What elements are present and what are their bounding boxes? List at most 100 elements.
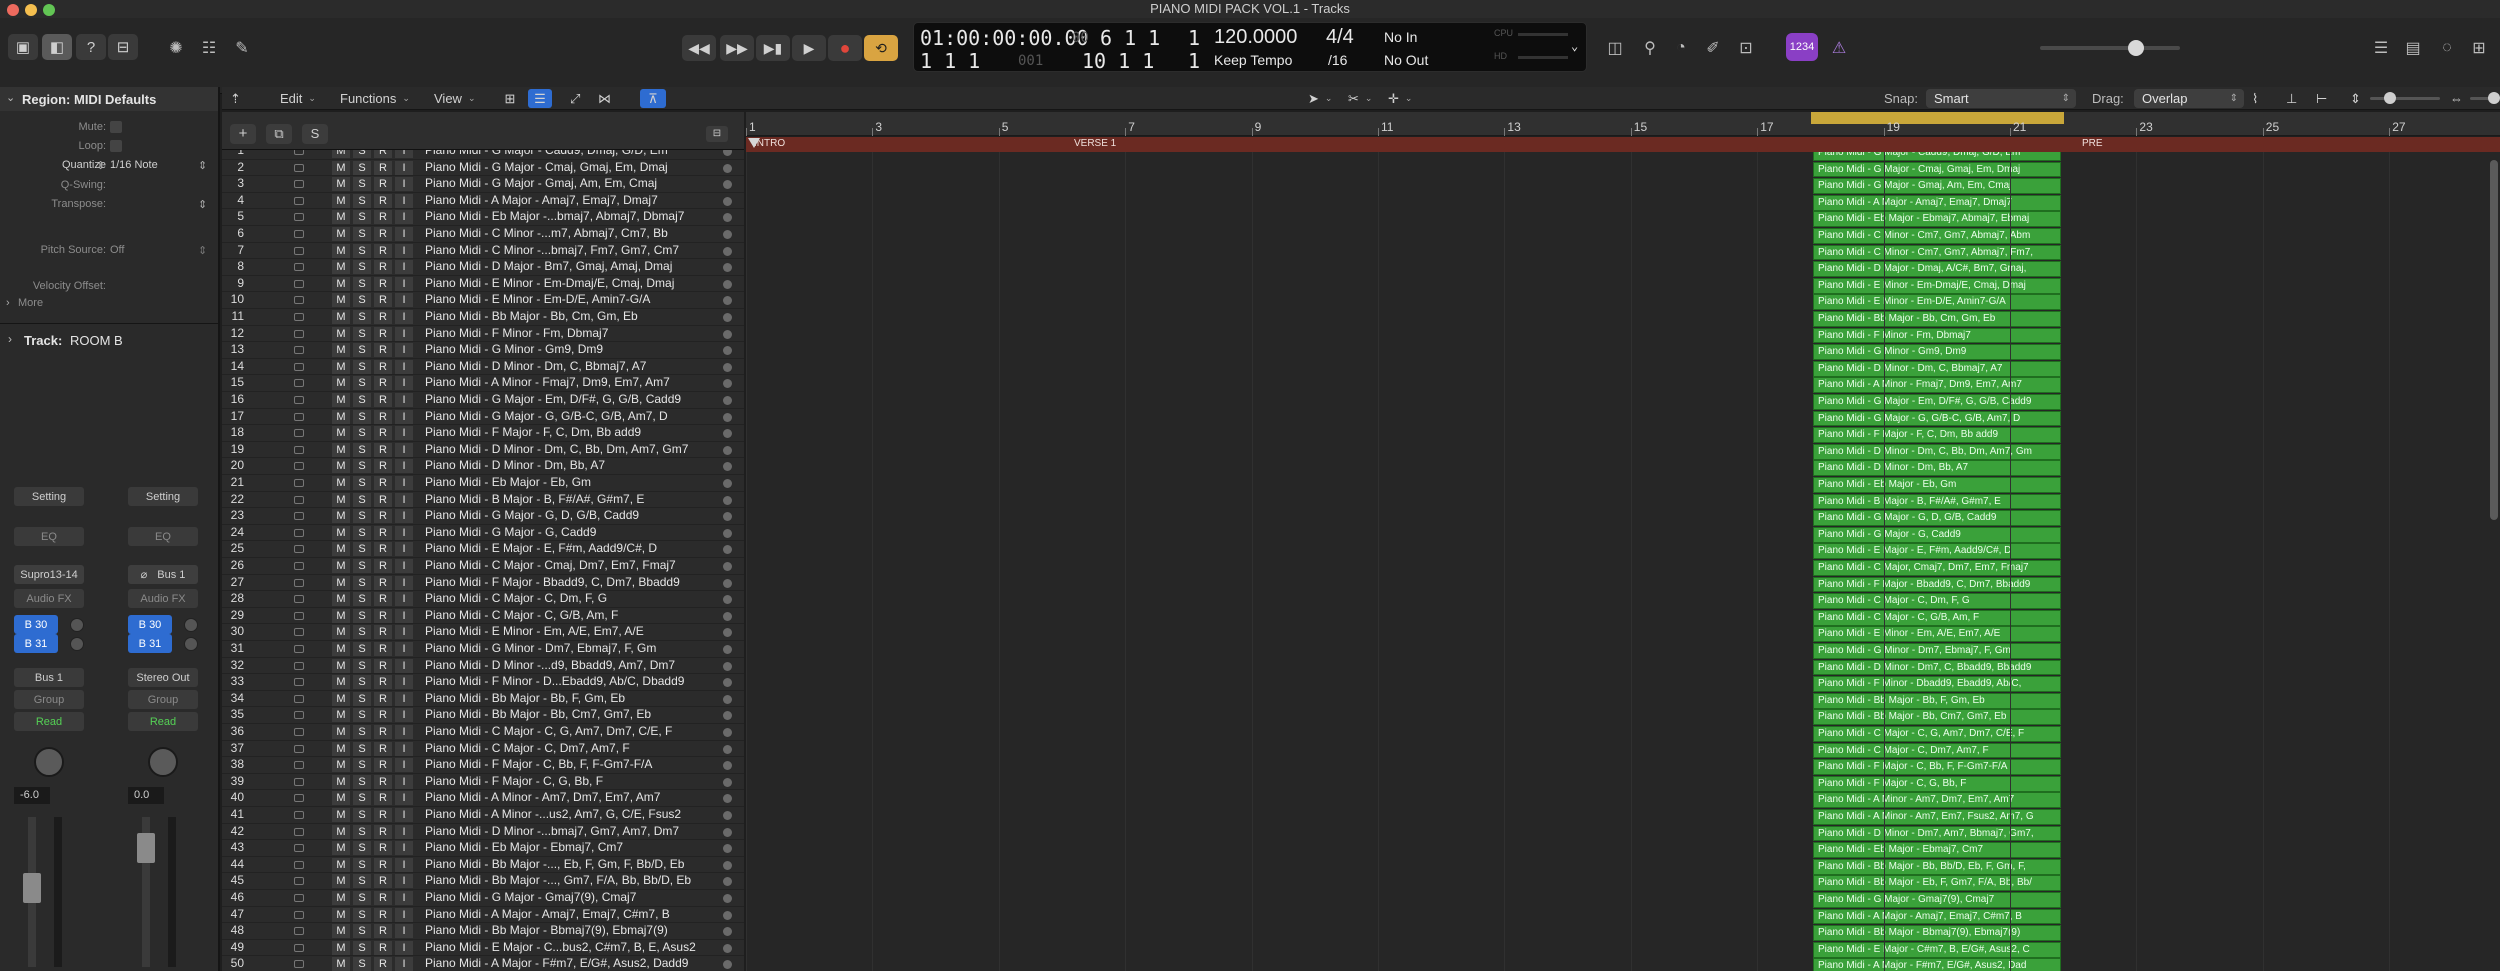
mute-button[interactable]: M [332, 459, 350, 474]
track-name[interactable]: Piano Midi - Eb Major - Eb, Gm [425, 475, 725, 489]
solo-button[interactable]: S [353, 459, 371, 474]
record-enable-button[interactable]: R [374, 492, 392, 507]
input-monitor-button[interactable]: I [395, 492, 413, 507]
midi-region[interactable]: Piano Midi - G Major - Gmaj, Am, Em, Cma… [1813, 178, 2061, 194]
midi-region[interactable]: Piano Midi - Bb Major - Bb, Cm, Gm, Eb [1813, 311, 2061, 327]
mute-button[interactable]: M [332, 376, 350, 391]
track-name[interactable]: Piano Midi - Eb Major -...bmaj7, Abmaj7,… [425, 209, 725, 223]
strip1-send-2-knob[interactable] [70, 637, 84, 651]
metronome-button[interactable]: ◔ [1668, 36, 1694, 60]
solo-button[interactable]: S [353, 592, 371, 607]
track-name[interactable]: Piano Midi - G Major - Cadd9, Dmaj, G/D,… [425, 150, 725, 157]
midi-region[interactable]: Piano Midi - C Major - C, Dm7, Am7, F [1813, 742, 2061, 759]
midi-region[interactable]: Piano Midi - G Major - Em, D/F#, G, G/B,… [1813, 394, 2061, 410]
mute-button[interactable]: M [332, 891, 350, 905]
track-row[interactable]: 23 M S R I Piano Midi - G Major - G, D, G/B, … [222, 508, 744, 525]
mute-button[interactable]: M [332, 559, 350, 573]
replace-button[interactable]: ⊡ [1733, 36, 1759, 60]
track-name[interactable]: Piano Midi - G Major - Em, D/F#, G, G/B,… [425, 392, 725, 406]
midi-region[interactable]: Piano Midi - Eb Major - Eb, Gm [1813, 477, 2061, 493]
track-row[interactable]: 50 M S R I Piano Midi - A Major - F#m7, E/G#,… [222, 956, 744, 971]
strip2-volume-fader[interactable] [137, 817, 155, 967]
track-name[interactable]: Piano Midi - D Minor - Dm, Bb, A7 [425, 458, 725, 472]
record-enable-button[interactable]: R [374, 542, 392, 557]
midi-region[interactable]: Piano Midi - A Major - F#m7, E/G#, Asus2… [1813, 958, 2061, 971]
record-enable-button[interactable]: R [374, 791, 392, 806]
track-name[interactable]: Piano Midi - G Major - G, Cadd9 [425, 525, 725, 539]
midi-region[interactable]: Piano Midi - D Minor - Dm7, Am7, Bbmaj7,… [1813, 825, 2061, 842]
strip2-send-2[interactable]: B 31 [128, 634, 172, 653]
inspector-button[interactable]: ◧ [42, 34, 72, 60]
mute-button[interactable]: M [332, 774, 350, 789]
solo-button[interactable]: S [353, 675, 371, 690]
solo-button[interactable]: S [353, 509, 371, 524]
input-monitor-button[interactable]: I [395, 426, 413, 441]
track-name[interactable]: Piano Midi - E Major - C...bus2, C#m7, B… [425, 940, 725, 954]
midi-region[interactable]: Piano Midi - D Minor - Dm, Bb, A7 [1813, 460, 2061, 477]
strip1-setting-button[interactable]: Setting [14, 487, 84, 506]
track-row[interactable]: 45 M S R I Piano Midi - Bb Major -..., Gm7, F… [222, 873, 744, 890]
track-name[interactable]: Piano Midi - D Minor - Dm, C, Bbmaj7, A7 [425, 359, 725, 373]
strip1-send-1[interactable]: B 30 [14, 615, 58, 634]
mute-button[interactable]: M [332, 276, 350, 291]
solo-button[interactable]: S [353, 940, 371, 955]
pitch-source-chevron-icon[interactable]: ⇕ [198, 244, 207, 257]
record-enable-button[interactable]: R [374, 758, 392, 773]
input-monitor-button[interactable]: I [395, 359, 413, 374]
midi-region[interactable]: Piano Midi - B Major - B, F#/A#, G#m7, E [1813, 493, 2061, 510]
grid-view-button[interactable]: ⊞ [498, 89, 522, 108]
mute-button[interactable]: M [332, 193, 350, 208]
track-name[interactable]: Piano Midi - A Major - Amaj7, Emaj7, Dma… [425, 193, 725, 207]
input-monitor-button[interactable]: I [395, 326, 413, 341]
add-track-button[interactable]: + [230, 124, 256, 144]
track-name[interactable]: Piano Midi - C Minor -...bmaj7, Fm7, Gm7… [425, 243, 725, 257]
input-monitor-button[interactable]: I [395, 243, 413, 258]
track-name[interactable]: Piano Midi - C Major - C, Dm7, Am7, F [425, 741, 725, 755]
track-name[interactable]: Piano Midi - B Major - B, F#/A#, G#m7, E [425, 492, 725, 506]
record-enable-button[interactable]: R [374, 940, 392, 955]
track-row[interactable]: 14 M S R I Piano Midi - D Minor - Dm, C, Bbma… [222, 359, 744, 376]
track-row[interactable]: 12 M S R I Piano Midi - F Minor - Fm, Dbmaj7 [222, 326, 744, 343]
count-in-button[interactable]: ✐ [1700, 36, 1726, 60]
track-row[interactable]: 6 M S R I Piano Midi - C Minor -...m7, Abmaj7… [222, 226, 744, 243]
track-name[interactable]: Piano Midi - G Major - Gmaj, Am, Em, Cma… [425, 176, 725, 190]
vertical-zoom-knob[interactable] [2384, 92, 2396, 104]
snap-toggle[interactable]: ⊼ [640, 89, 666, 108]
mute-button[interactable]: M [332, 625, 350, 640]
strip1-output-slot[interactable]: Bus 1 [14, 668, 84, 687]
record-enable-button[interactable]: R [374, 874, 392, 889]
record-enable-button[interactable]: R [374, 409, 392, 424]
solo-button[interactable]: S [353, 525, 371, 540]
solo-button[interactable]: S [353, 227, 371, 241]
input-monitor-button[interactable]: I [395, 393, 413, 407]
loop-checkbox[interactable] [110, 140, 122, 152]
track-name[interactable]: Piano Midi - C Major - Cmaj, Dm7, Em7, F… [425, 558, 725, 572]
track-row[interactable]: 20 M S R I Piano Midi - D Minor - Dm, Bb, A7 [222, 458, 744, 475]
mute-button[interactable]: M [332, 841, 350, 856]
input-monitor-button[interactable]: I [395, 509, 413, 524]
solo-button[interactable]: S [353, 276, 371, 291]
track-row[interactable]: 26 M S R I Piano Midi - C Major - Cmaj, Dm7, … [222, 558, 744, 575]
solo-button[interactable]: S [353, 808, 371, 822]
track-row[interactable]: 8 M S R I Piano Midi - D Major - Bm7, Gmaj, A… [222, 259, 744, 276]
solo-button[interactable]: S [353, 343, 371, 358]
track-row[interactable]: 33 M S R I Piano Midi - F Minor - D...Ebadd9,… [222, 674, 744, 691]
track-row[interactable]: 15 M S R I Piano Midi - A Minor - Fmaj7, Dm9,… [222, 375, 744, 392]
quantize-stepper-icon[interactable]: ⇕ [96, 159, 105, 172]
input-monitor-button[interactable]: I [395, 310, 413, 324]
track-row[interactable]: 47 M S R I Piano Midi - A Major - Amaj7, Emaj… [222, 907, 744, 924]
input-monitor-button[interactable]: I [395, 841, 413, 856]
list-view-button[interactable]: ☰ [2368, 36, 2394, 60]
functions-menu[interactable]: Functions ⌄ [340, 89, 410, 108]
input-monitor-button[interactable]: I [395, 559, 413, 573]
mute-button[interactable]: M [332, 227, 350, 241]
midi-region[interactable]: Piano Midi - C Major - C, G/B, Am, F [1813, 609, 2061, 626]
transpose-chevron-icon[interactable]: ⇕ [198, 198, 207, 211]
input-monitor-button[interactable]: I [395, 575, 413, 590]
track-row[interactable]: 17 M S R I Piano Midi - G Major - G, G/B-C, G… [222, 409, 744, 426]
track-row[interactable]: 27 M S R I Piano Midi - F Major - Bbadd9, C, … [222, 575, 744, 592]
track-name[interactable]: Piano Midi - C Major - C, G/B, Am, F [425, 608, 725, 622]
track-name[interactable]: Piano Midi - Bb Major - Bbmaj7(9), Ebmaj… [425, 923, 725, 937]
solo-button[interactable]: S [353, 150, 371, 158]
track-row[interactable]: 41 M S R I Piano Midi - A Minor -...us2, Am7,… [222, 807, 744, 824]
